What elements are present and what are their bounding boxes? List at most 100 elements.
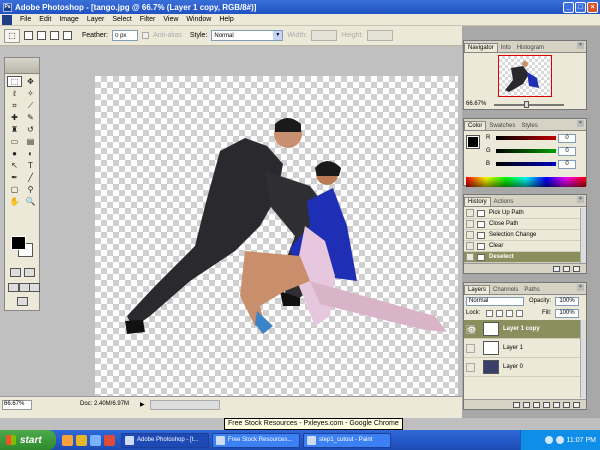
history-item[interactable]: Selection Change [464, 230, 582, 241]
tab-swatches[interactable]: Swatches [486, 122, 518, 130]
tab-actions[interactable]: Actions [491, 198, 517, 206]
volume-icon[interactable] [555, 436, 564, 444]
visibility-toggle-icon[interactable] [466, 362, 475, 372]
feather-input[interactable] [112, 30, 139, 41]
eye-icon[interactable]: 👁 [466, 324, 476, 334]
menu-window[interactable]: Window [182, 16, 215, 23]
type-tool-icon[interactable]: T [23, 160, 38, 171]
width-input[interactable] [311, 30, 338, 41]
close-icon[interactable]: × [577, 284, 584, 291]
navigator-zoom-value[interactable]: 66.67% [466, 101, 486, 107]
eyedropper-icon[interactable]: ⚲ [23, 184, 38, 195]
pen-tool-icon[interactable]: ✒ [7, 172, 22, 183]
screen-mode-standard-icon[interactable] [8, 283, 19, 292]
navigator-thumbnail[interactable] [498, 55, 552, 97]
notes-tool-icon[interactable]: ▢ [7, 184, 22, 195]
menu-file[interactable]: File [16, 16, 35, 23]
network-icon[interactable] [544, 436, 553, 444]
quick-mask-icon[interactable] [24, 268, 35, 277]
layer-row[interactable]: Layer 0 [464, 358, 582, 377]
trash-icon[interactable] [573, 401, 580, 408]
status-zoom[interactable]: 66.67% [2, 400, 32, 410]
menu-select[interactable]: Select [108, 16, 135, 23]
ie-quicklaunch-icon[interactable] [90, 434, 101, 446]
blend-mode-select[interactable]: Normal [466, 297, 524, 306]
green-value[interactable]: 0 [558, 146, 576, 156]
document-icon[interactable] [2, 14, 12, 25]
tab-channels[interactable]: Channels [490, 286, 521, 294]
magic-wand-icon[interactable]: ✧ [23, 88, 38, 99]
new-selection-icon[interactable] [24, 31, 33, 40]
jump-to-imageready-icon[interactable] [17, 297, 28, 306]
new-document-from-state-icon[interactable] [553, 265, 560, 272]
navigator-zoom-knob[interactable] [524, 101, 529, 108]
new-snapshot-icon[interactable] [563, 265, 570, 272]
green-slider[interactable] [496, 149, 556, 153]
zoom-tool-icon[interactable]: 🔍 [23, 196, 38, 207]
lock-position-icon[interactable] [506, 310, 513, 317]
start-button[interactable]: start [0, 430, 56, 450]
taskbar-item-chrome[interactable]: Free Stock Resources... [212, 432, 300, 448]
menu-layer[interactable]: Layer [83, 16, 109, 23]
subtract-selection-icon[interactable] [50, 31, 59, 40]
healing-brush-icon[interactable]: ✚ [7, 112, 22, 123]
taskbar-item-photoshop[interactable]: Adobe Photoshop - [t... [121, 432, 209, 448]
history-brush-icon[interactable]: ↺ [23, 124, 38, 135]
firefox-quicklaunch-icon[interactable] [62, 434, 73, 446]
add-selection-icon[interactable] [37, 31, 46, 40]
style-select[interactable]: Normal ▼ [211, 30, 284, 41]
foreground-color-swatch[interactable] [11, 236, 26, 250]
history-item[interactable]: Close Path [464, 219, 582, 230]
tool-preset-picker[interactable]: ⬚ [4, 28, 20, 43]
link-layers-icon[interactable] [513, 401, 520, 408]
standard-mode-icon[interactable] [10, 268, 21, 277]
history-item[interactable]: Clear [464, 241, 582, 252]
layers-scrollbar[interactable] [580, 320, 586, 398]
history-scrollbar[interactable] [580, 208, 586, 264]
menu-help[interactable]: Help [215, 16, 237, 23]
tab-history[interactable]: History [464, 197, 491, 206]
history-source-icon[interactable] [466, 231, 474, 239]
screen-mode-full-icon[interactable] [29, 283, 40, 292]
maximize-button[interactable]: □ [575, 1, 586, 13]
tab-color[interactable]: Color [464, 121, 487, 130]
adobe-feather-icon[interactable] [5, 58, 39, 74]
clone-stamp-icon[interactable]: ♜ [7, 124, 22, 135]
trash-icon[interactable] [573, 265, 580, 272]
lock-image-icon[interactable] [496, 310, 503, 317]
new-layer-icon[interactable] [563, 401, 570, 408]
horizontal-scrollbar[interactable] [150, 400, 220, 410]
menu-edit[interactable]: Edit [35, 16, 55, 23]
document-canvas[interactable] [95, 76, 458, 396]
anti-alias-checkbox[interactable] [142, 32, 150, 39]
history-item-active[interactable]: Deselect [464, 252, 582, 263]
close-button[interactable]: × [587, 1, 598, 13]
path-selection-icon[interactable]: ↖ [7, 160, 22, 171]
intersect-selection-icon[interactable] [63, 31, 72, 40]
menu-image[interactable]: Image [55, 16, 82, 23]
slice-tool-icon[interactable]: ⟋ [23, 100, 38, 111]
height-input[interactable] [367, 30, 394, 41]
hand-tool-icon[interactable]: ✋ [7, 196, 22, 207]
visibility-toggle-icon[interactable] [466, 343, 475, 353]
tab-info[interactable]: Info [498, 44, 514, 52]
layer-row[interactable]: 👁 Layer 1 copy [464, 320, 582, 339]
tab-layers[interactable]: Layers [464, 285, 491, 294]
layer-style-icon[interactable] [523, 401, 530, 408]
history-item[interactable]: Pick Up Path [464, 208, 582, 219]
layer-mask-icon[interactable] [533, 401, 540, 408]
eraser-tool-icon[interactable]: ▭ [7, 136, 22, 147]
navigator-zoom-slider[interactable] [494, 104, 564, 106]
history-source-icon[interactable] [466, 209, 474, 217]
dodge-tool-icon[interactable]: ◐ [23, 148, 38, 159]
status-menu-arrow-icon[interactable]: ▶ [140, 401, 145, 408]
history-source-icon[interactable] [466, 220, 474, 228]
blue-slider[interactable] [496, 162, 556, 166]
adjustment-layer-icon[interactable] [543, 401, 550, 408]
gradient-tool-icon[interactable]: ▤ [23, 136, 38, 147]
lock-all-icon[interactable] [516, 310, 523, 317]
layer-row[interactable]: Layer 1 [464, 339, 582, 358]
clock[interactable]: 11:07 PM [567, 437, 596, 444]
color-foreground-swatch[interactable] [466, 135, 480, 149]
red-value[interactable]: 0 [558, 133, 576, 143]
